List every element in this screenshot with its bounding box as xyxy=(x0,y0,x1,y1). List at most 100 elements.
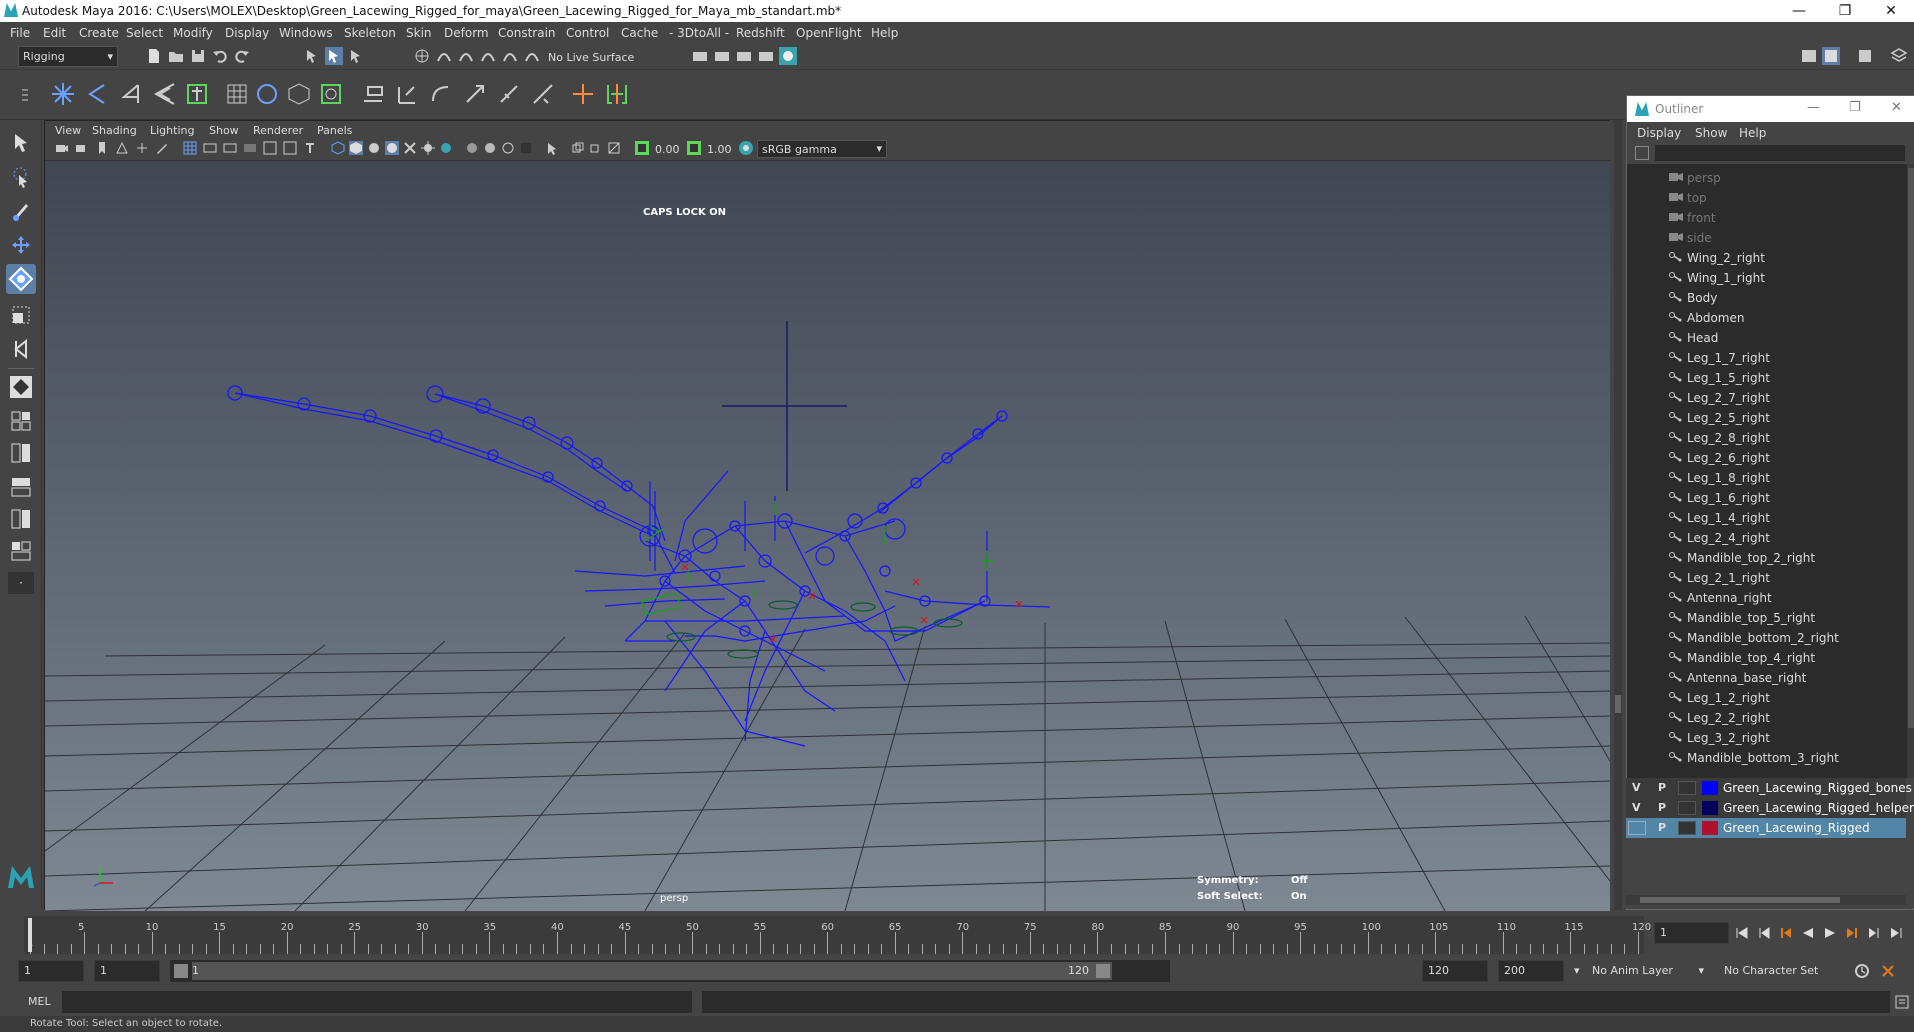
outliner-item[interactable]: Mandible_top_4_right xyxy=(1627,648,1907,668)
aim-constraint-icon[interactable] xyxy=(496,81,522,107)
command-input[interactable] xyxy=(62,991,692,1013)
single-pane-layout-icon[interactable] xyxy=(10,410,32,432)
safe-action-icon[interactable] xyxy=(283,141,297,155)
outliner-item[interactable]: Mandible_bottom_3_right xyxy=(1627,748,1907,768)
isolate-select-icon[interactable] xyxy=(545,141,559,155)
vp-menu-show[interactable]: Show xyxy=(209,124,239,137)
gamma-value[interactable]: 1.00 xyxy=(707,143,732,156)
soft-mod-icon[interactable] xyxy=(10,376,32,398)
script-language-label[interactable]: MEL xyxy=(28,995,51,1008)
vp-menu-view[interactable]: View xyxy=(55,124,81,137)
outliner-item[interactable]: Leg_2_1_right xyxy=(1627,568,1907,588)
field-chart-icon[interactable] xyxy=(263,141,277,155)
bind-skin-icon[interactable] xyxy=(184,81,210,107)
menu-constrain[interactable]: Constrain xyxy=(498,26,556,40)
vp-menu-panels[interactable]: Panels xyxy=(317,124,352,137)
screen-space-ao-icon[interactable] xyxy=(465,141,479,155)
outliner-item[interactable]: Leg_1_2_right xyxy=(1627,688,1907,708)
outliner-item[interactable]: Leg_1_4_right xyxy=(1627,508,1907,528)
layer-hscroll-thumb[interactable] xyxy=(1640,897,1840,903)
outliner-item[interactable]: Leg_1_6_right xyxy=(1627,488,1907,508)
menu-3dtoall[interactable]: - 3DtoAll - xyxy=(669,26,729,40)
render-settings-icon[interactable] xyxy=(691,47,709,65)
step-forward-key-icon[interactable] xyxy=(1867,926,1881,940)
depth-of-field-icon[interactable] xyxy=(519,141,533,155)
vp-menu-shading[interactable]: Shading xyxy=(92,124,137,137)
grease-pencil-icon[interactable] xyxy=(155,141,169,155)
outliner-item[interactable]: Leg_2_5_right xyxy=(1627,408,1907,428)
backface-culling-icon[interactable] xyxy=(607,141,621,155)
menu-skin[interactable]: Skin xyxy=(406,26,432,40)
go-to-start-icon[interactable] xyxy=(1735,926,1749,940)
color-management-icon[interactable] xyxy=(739,141,753,155)
range-end-handle[interactable] xyxy=(1096,964,1110,978)
vp-menu-renderer[interactable]: Renderer xyxy=(253,124,303,137)
grid-toggle-icon[interactable] xyxy=(183,141,197,155)
outliner-item[interactable]: Leg_1_5_right xyxy=(1627,368,1907,388)
outliner-item[interactable]: Abdomen xyxy=(1627,308,1907,328)
animation-start-field[interactable]: 1 xyxy=(18,960,84,982)
display-layer-row[interactable]: V P Green_Lacewing_Rigged_bones xyxy=(1626,778,1912,798)
move-tool-icon[interactable] xyxy=(10,234,32,256)
menu-control[interactable]: Control xyxy=(566,26,609,40)
menu-create[interactable]: Create xyxy=(79,26,119,40)
select-component-icon[interactable] xyxy=(347,47,365,65)
xray-joints-icon[interactable] xyxy=(403,141,417,155)
outliner-close-button[interactable]: ✕ xyxy=(1891,100,1902,115)
outliner-item[interactable]: Mandible_top_5_right xyxy=(1627,608,1907,628)
auto-key-icon[interactable] xyxy=(1854,963,1870,979)
select-tool-icon[interactable] xyxy=(10,132,32,154)
snap-curve-icon[interactable] xyxy=(435,47,453,65)
anti-aliasing-icon[interactable] xyxy=(501,141,515,155)
new-scene-icon[interactable] xyxy=(145,47,163,65)
outliner-item[interactable]: Leg_2_6_right xyxy=(1627,448,1907,468)
outliner-item[interactable]: Leg_1_7_right xyxy=(1627,348,1907,368)
anim-layer-dropdown[interactable]: ▾ No Anim Layer ▾ xyxy=(1574,960,1708,982)
use-all-lights-icon[interactable] xyxy=(421,141,435,155)
magnet-icon[interactable] xyxy=(523,47,541,65)
default-lighting-icon[interactable] xyxy=(367,141,381,155)
outliner-scroll-thumb[interactable] xyxy=(1908,168,1914,728)
xray-active-icon[interactable] xyxy=(589,141,603,155)
layer-color-swatch[interactable] xyxy=(1702,801,1718,815)
layer-color-swatch[interactable] xyxy=(1702,781,1718,795)
color-space-dropdown[interactable]: sRGB gamma ▾ xyxy=(757,140,887,158)
filter-icon[interactable] xyxy=(1635,146,1649,160)
ipr-render-icon[interactable] xyxy=(735,47,753,65)
skeleton-joints[interactable] xyxy=(227,385,1008,637)
menu-openflight[interactable]: OpenFlight xyxy=(796,26,862,40)
character-set-dropdown[interactable]: No Character Set xyxy=(1718,960,1848,982)
channel-box-icon[interactable] xyxy=(1856,47,1874,65)
four-pane-layout-icon[interactable] xyxy=(10,442,32,464)
smooth-shade-icon[interactable] xyxy=(349,141,363,155)
safe-title-icon[interactable] xyxy=(303,141,317,155)
menu-help[interactable]: Help xyxy=(871,26,898,40)
outliner-item[interactable]: side xyxy=(1627,228,1907,248)
outliner-item[interactable]: front xyxy=(1627,208,1907,228)
layer-color-swatch[interactable] xyxy=(1702,821,1718,835)
panel-splitter[interactable] xyxy=(1614,120,1622,910)
menu-redshift[interactable]: Redshift xyxy=(736,26,785,40)
outliner-layout-icon[interactable] xyxy=(10,540,32,562)
3d-scene[interactable]: CAPS LOCK ON persp Symmetry: Off Soft Se… xyxy=(45,161,1610,911)
xray-icon[interactable] xyxy=(571,141,585,155)
shelf-options-icon[interactable] xyxy=(20,86,30,104)
menu-edit[interactable]: Edit xyxy=(43,26,66,40)
splitter-handle[interactable] xyxy=(1615,695,1621,713)
snap-view-icon[interactable] xyxy=(479,47,497,65)
outliner-scrollbar[interactable] xyxy=(1907,164,1914,856)
film-gate-icon[interactable] xyxy=(203,141,217,155)
ik-spline-icon[interactable] xyxy=(118,81,144,107)
layer-type-toggle[interactable] xyxy=(1678,821,1696,835)
outliner-maximize-button[interactable]: ❐ xyxy=(1849,100,1861,115)
insert-joint-icon[interactable] xyxy=(152,81,178,107)
menu-display[interactable]: Display xyxy=(225,26,269,40)
exposure-icon[interactable] xyxy=(635,141,649,155)
step-back-frame-icon[interactable] xyxy=(1779,926,1793,940)
lacewing-skeleton[interactable] xyxy=(234,392,1051,747)
outliner-menu-display[interactable]: Display xyxy=(1637,126,1681,140)
layer-playback-toggle[interactable]: P xyxy=(1658,781,1666,794)
menu-cache[interactable]: Cache xyxy=(621,26,658,40)
anim-preferences-icon[interactable] xyxy=(1880,963,1896,979)
outliner-item[interactable]: Wing_2_right xyxy=(1627,248,1907,268)
